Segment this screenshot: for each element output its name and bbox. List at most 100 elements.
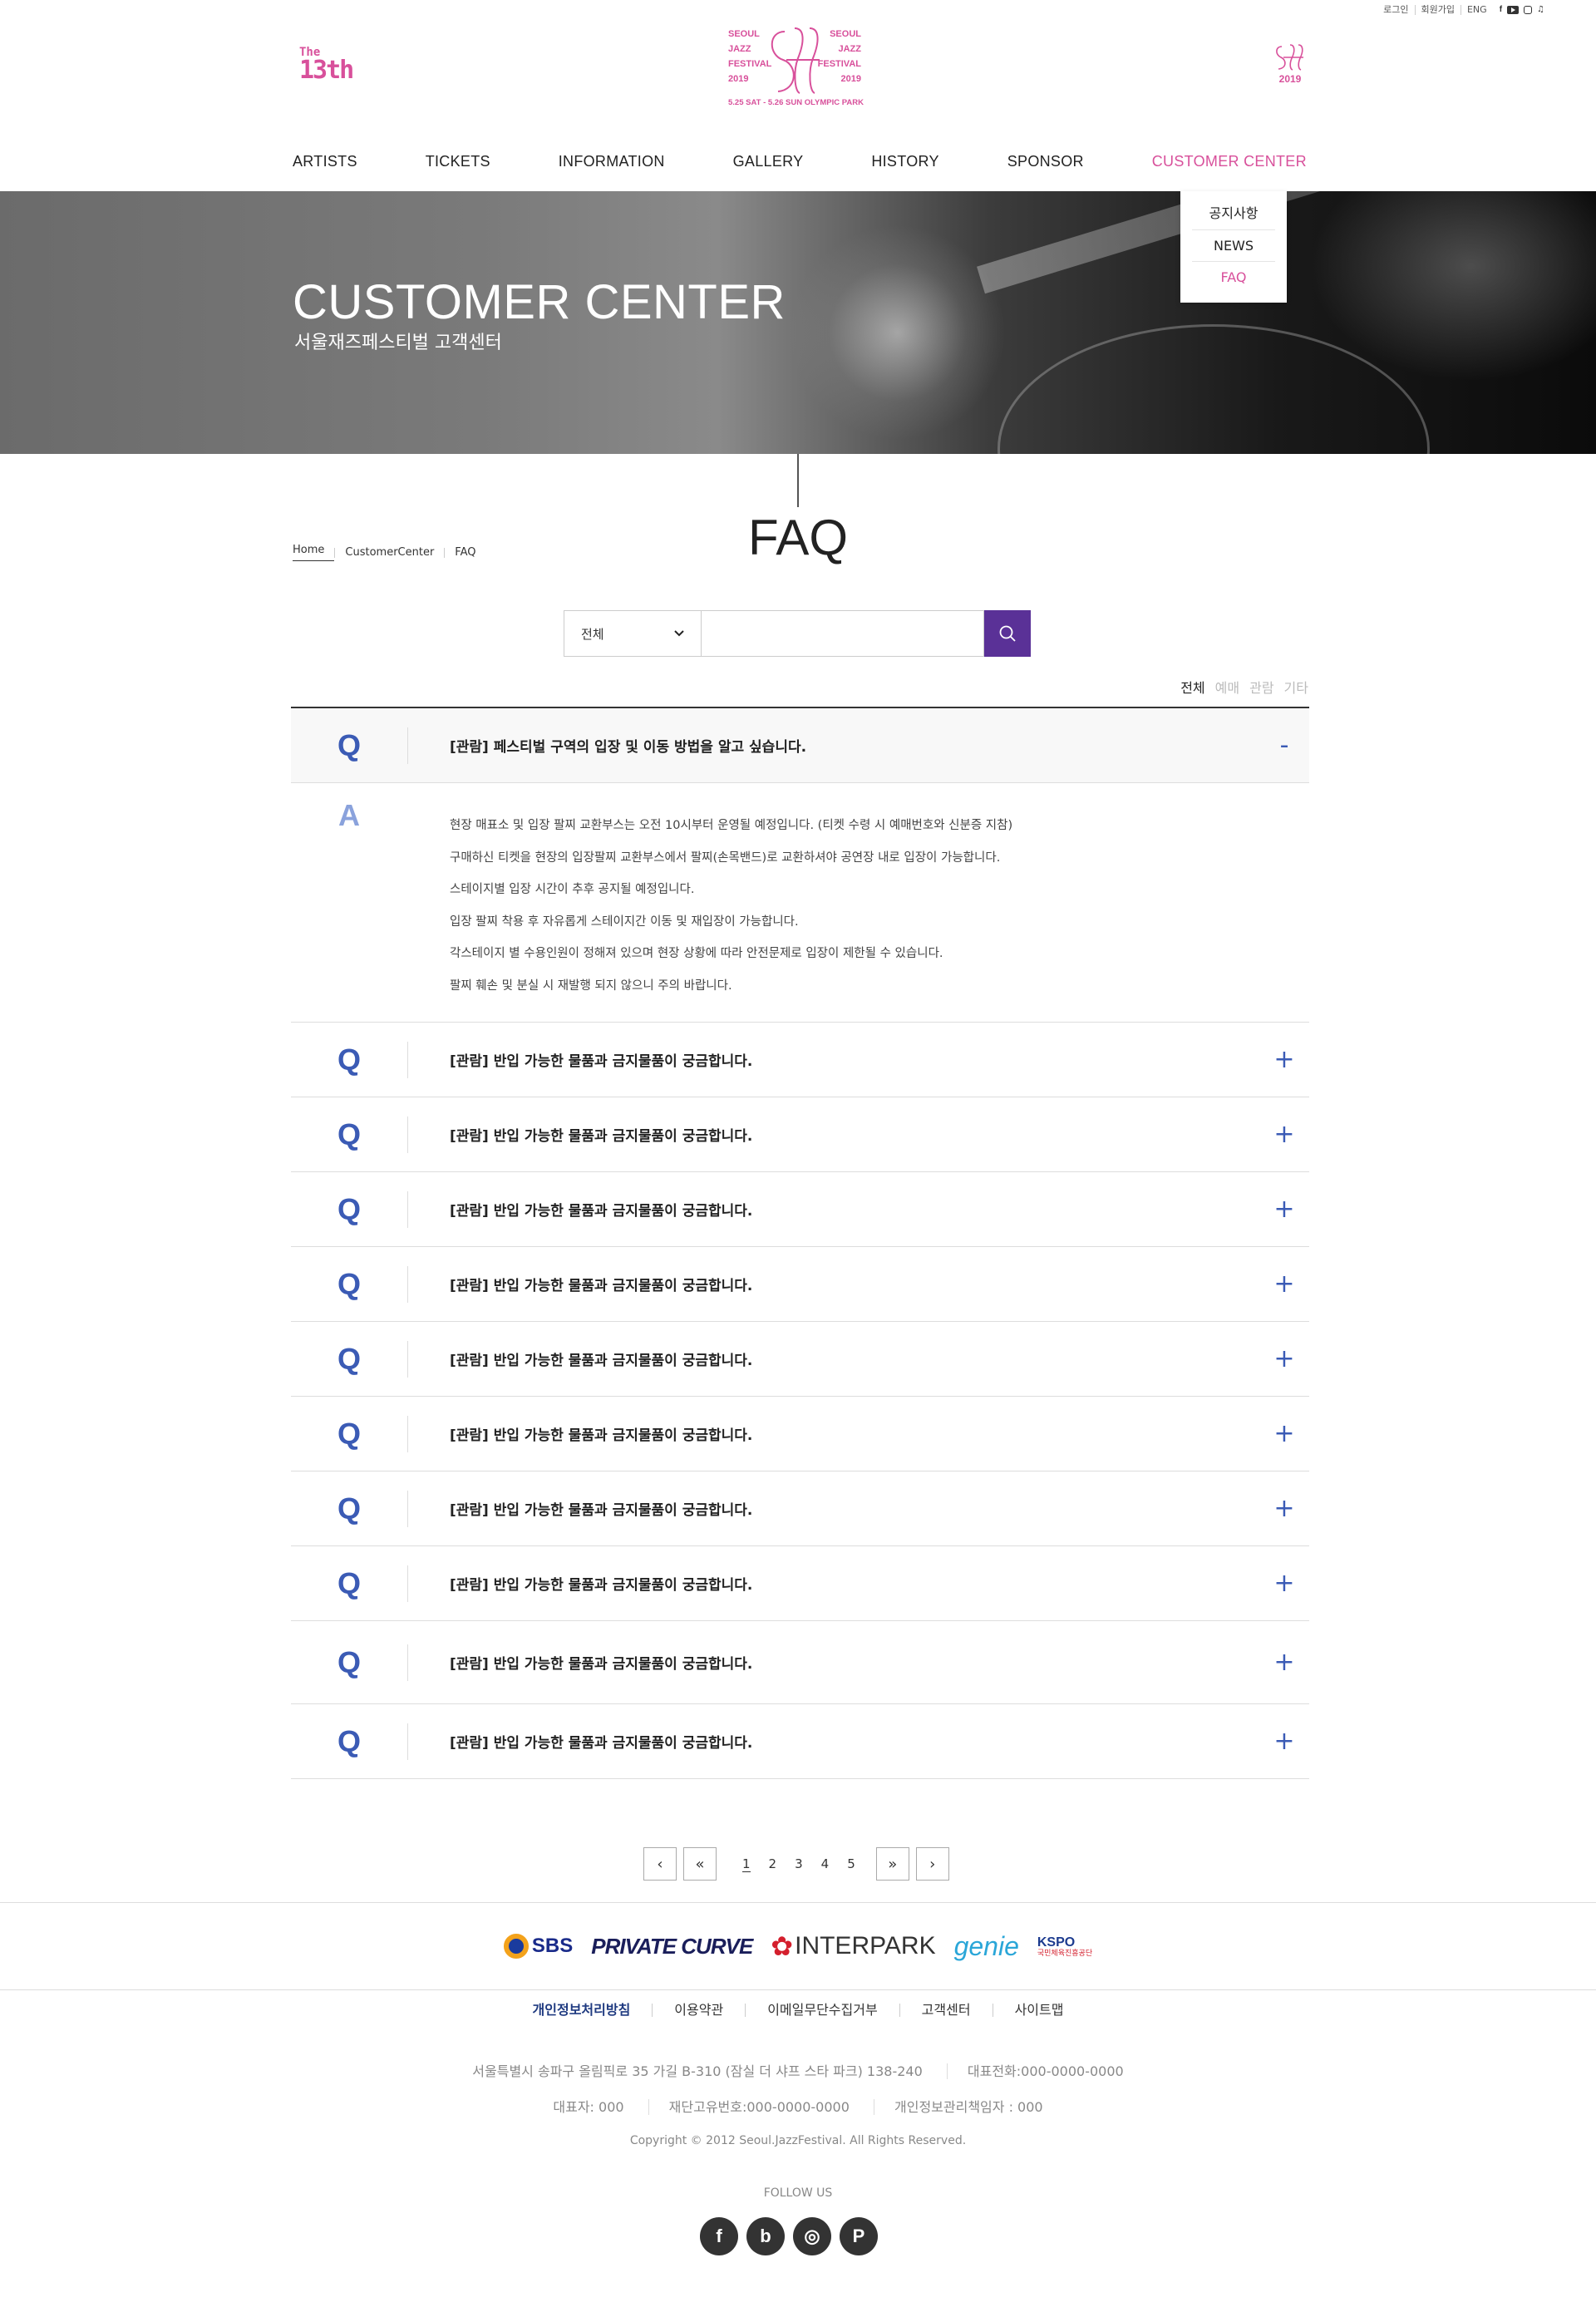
hero-subtitle: 서울재즈페스티벌 고객센터 bbox=[294, 333, 502, 353]
13th-badge[interactable]: The 13th bbox=[299, 47, 354, 83]
expand-icon[interactable]: + bbox=[1259, 1569, 1309, 1598]
hero-banner: CUSTOMER CENTER 서울재즈페스티벌 고객센터 bbox=[0, 191, 1596, 454]
instagram-icon[interactable] bbox=[1524, 6, 1533, 14]
filter-viewing[interactable]: 관람 bbox=[1249, 677, 1273, 697]
submenu-news[interactable]: NEWS bbox=[1192, 230, 1275, 262]
q-divider bbox=[407, 1190, 408, 1228]
nav-customer-center[interactable]: CUSTOMER CENTER bbox=[1152, 153, 1307, 170]
faq-item[interactable]: Q [관람] 반입 가능한 물품과 금지물품이 궁금합니다. + bbox=[291, 1023, 1309, 1097]
nav-information[interactable]: INFORMATION bbox=[559, 153, 665, 170]
footer-email-policy-link[interactable]: 이메일무단수집거부 bbox=[745, 2004, 899, 2017]
breadcrumb-home[interactable]: Home bbox=[293, 544, 335, 561]
kspo-logo[interactable]: KSPO 국민체육진흥공단 bbox=[1037, 1935, 1092, 1957]
youtube-icon[interactable] bbox=[1507, 6, 1520, 14]
expand-icon[interactable]: + bbox=[1259, 1727, 1309, 1756]
nav-gallery[interactable]: GALLERY bbox=[733, 153, 804, 170]
filter-all[interactable]: 전체 bbox=[1180, 677, 1204, 697]
faq-question-text: [관람] 반입 가능한 물품과 금지물품이 궁금합니다. bbox=[450, 1656, 753, 1673]
genie-logo[interactable]: genie bbox=[954, 1931, 1019, 1962]
music-icon[interactable]: ♫ bbox=[1537, 5, 1544, 15]
faq-question-text: [관람] 반입 가능한 물품과 금지물품이 궁금합니다. bbox=[450, 1053, 753, 1070]
expand-icon[interactable]: + bbox=[1259, 1494, 1309, 1523]
faq-item[interactable]: Q [관람] 반입 가능한 물품과 금지물품이 궁금합니다. + bbox=[291, 1621, 1309, 1704]
page-1[interactable]: 1 bbox=[742, 1856, 751, 1872]
collapse-icon[interactable]: - bbox=[1259, 731, 1309, 760]
answer-line: 구매하신 티켓을 현장의 입장팔찌 교환부스에서 팔찌(손목밴드)로 교환하셔야… bbox=[450, 850, 1001, 865]
faq-item[interactable]: Q [관람] 반입 가능한 물품과 금지물품이 궁금합니다. + bbox=[291, 1247, 1309, 1322]
q-mark: Q bbox=[337, 727, 361, 762]
faq-item[interactable]: Q [관람] 반입 가능한 물품과 금지물품이 궁금합니다. + bbox=[291, 1704, 1309, 1779]
login-link[interactable]: 로그인 bbox=[1377, 5, 1414, 15]
faq-item[interactable]: Q [관람] 반입 가능한 물품과 금지물품이 궁금합니다. + bbox=[291, 1397, 1309, 1471]
faq-question-text: [관람] 반입 가능한 물품과 금지물품이 궁금합니다. bbox=[450, 1203, 753, 1220]
filter-booking[interactable]: 예매 bbox=[1215, 677, 1239, 697]
faq-item[interactable]: Q [관람] 반입 가능한 물품과 금지물품이 궁금합니다. + bbox=[291, 1471, 1309, 1546]
faq-item[interactable]: Q [관람] 반입 가능한 물품과 금지물품이 궁금합니다. + bbox=[291, 1322, 1309, 1397]
blog-icon[interactable]: b bbox=[746, 2217, 785, 2255]
submenu-notice[interactable]: 공지사항 bbox=[1192, 195, 1275, 230]
logo-right-line: SEOUL bbox=[830, 29, 861, 39]
q-divider bbox=[407, 1041, 408, 1078]
facebook-icon[interactable]: f bbox=[700, 2217, 738, 2255]
sjf-2019-logo[interactable]: 2019 bbox=[1272, 43, 1308, 85]
nav-sponsor[interactable]: SPONSOR bbox=[1007, 153, 1084, 170]
kspo-text: KSPO bbox=[1037, 1935, 1076, 1950]
expand-icon[interactable]: + bbox=[1259, 1648, 1309, 1677]
lang-link[interactable]: ENG bbox=[1460, 5, 1493, 15]
post-icon[interactable]: P bbox=[840, 2217, 878, 2255]
page-5[interactable]: 5 bbox=[847, 1856, 855, 1872]
private-curve-logo[interactable]: PRIVATE CURVE bbox=[591, 1934, 753, 1959]
faq-item[interactable]: Q [관람] 반입 가능한 물품과 금지물품이 궁금합니다. + bbox=[291, 1546, 1309, 1621]
expand-icon[interactable]: + bbox=[1259, 1344, 1309, 1373]
page-2[interactable]: 2 bbox=[769, 1856, 777, 1872]
instagram-icon[interactable]: ◎ bbox=[793, 2217, 831, 2255]
facebook-icon[interactable]: f bbox=[1500, 5, 1502, 15]
festival-logo[interactable]: SEOUL JAZZ FESTIVAL 2019 SEOUL JAZZ FEST… bbox=[728, 25, 864, 113]
sbs-logo[interactable]: SBS bbox=[503, 1934, 573, 1959]
q-mark: Q bbox=[337, 1644, 361, 1679]
logo-right-line: FESTIVAL bbox=[817, 59, 861, 69]
faq-item[interactable]: Q [관람] 반입 가능한 물품과 금지물품이 궁금합니다. + bbox=[291, 1097, 1309, 1172]
join-link[interactable]: 회원가입 bbox=[1414, 5, 1461, 15]
footer-ceo: 대표자: 000 bbox=[553, 2099, 624, 2115]
interpark-logo[interactable]: ✿ INTERPARK bbox=[771, 1930, 935, 1962]
page-title: FAQ bbox=[747, 510, 849, 565]
footer-sitemap-link[interactable]: 사이트맵 bbox=[992, 2004, 1086, 2017]
footer-copyright: Copyright © 2012 Seoul.JazzFestival. All… bbox=[629, 2134, 967, 2147]
q-mark: Q bbox=[337, 1723, 361, 1758]
faq-item[interactable]: Q [관람] 반입 가능한 물품과 금지물품이 궁금합니다. + bbox=[291, 1172, 1309, 1247]
breadcrumb-customer-center[interactable]: CustomerCenter bbox=[334, 547, 444, 558]
page-4[interactable]: 4 bbox=[821, 1856, 830, 1872]
q-divider bbox=[407, 1723, 408, 1760]
q-mark: Q bbox=[337, 1416, 361, 1451]
category-select[interactable]: 전체 bbox=[564, 610, 702, 657]
q-divider bbox=[407, 1415, 408, 1452]
footer-privacy-link[interactable]: 개인정보처리방침 bbox=[511, 2004, 653, 2017]
expand-icon[interactable]: + bbox=[1259, 1419, 1309, 1448]
search-button[interactable] bbox=[984, 610, 1031, 657]
expand-icon[interactable]: + bbox=[1259, 1045, 1309, 1074]
expand-icon[interactable]: + bbox=[1259, 1120, 1309, 1149]
nav-tickets[interactable]: TICKETS bbox=[426, 153, 490, 170]
first-page-button[interactable]: « bbox=[683, 1847, 717, 1881]
a-mark: A bbox=[338, 798, 360, 832]
logo-right-line: 2019 bbox=[840, 74, 861, 84]
nav-artists[interactable]: ARTISTS bbox=[293, 153, 357, 170]
nav-history[interactable]: HISTORY bbox=[871, 153, 938, 170]
filter-etc[interactable]: 기타 bbox=[1284, 677, 1308, 697]
faq-list: Q [관람] 페스티벌 구역의 입장 및 이동 방법을 알고 싶습니다. - A… bbox=[291, 707, 1309, 1779]
search-input[interactable] bbox=[702, 610, 984, 657]
search-icon bbox=[999, 625, 1016, 642]
page-3[interactable]: 3 bbox=[795, 1856, 803, 1872]
breadcrumb-faq[interactable]: FAQ bbox=[444, 547, 485, 558]
prev-page-button[interactable]: ‹ bbox=[643, 1847, 677, 1881]
next-page-button[interactable]: › bbox=[915, 1847, 949, 1881]
footer-terms-link[interactable]: 이용약관 bbox=[652, 2004, 745, 2017]
footer-customer-center-link[interactable]: 고객센터 bbox=[899, 2004, 993, 2017]
logo-right-line: JAZZ bbox=[838, 44, 862, 54]
faq-question-open[interactable]: Q [관람] 페스티벌 구역의 입장 및 이동 방법을 알고 싶습니다. - bbox=[291, 708, 1309, 783]
expand-icon[interactable]: + bbox=[1259, 1269, 1309, 1299]
submenu-faq[interactable]: FAQ bbox=[1192, 262, 1275, 293]
last-page-button[interactable]: » bbox=[875, 1847, 909, 1881]
expand-icon[interactable]: + bbox=[1259, 1195, 1309, 1224]
